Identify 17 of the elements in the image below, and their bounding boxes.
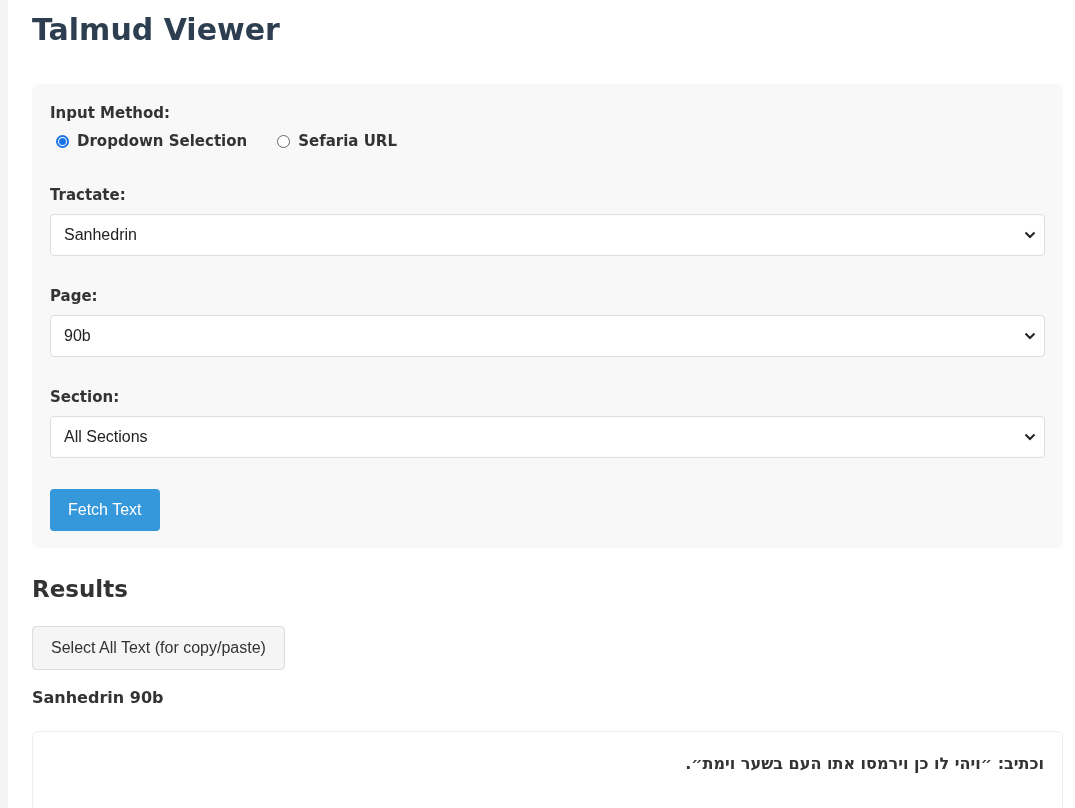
chevron-down-icon	[1024, 332, 1036, 340]
radio-option[interactable]: Sefaria URL	[277, 132, 397, 150]
chevron-down-icon	[1024, 231, 1036, 239]
field-label: Section:	[50, 388, 121, 406]
dropdown-select[interactable]: 90b	[50, 315, 1045, 357]
field-label: Input Method:	[50, 104, 172, 122]
radio-option[interactable]: Dropdown Selection	[56, 132, 248, 150]
section-heading: Results	[32, 576, 129, 602]
dropdown-select[interactable]: Sanhedrin	[50, 214, 1045, 256]
select-all-button[interactable]: Select All Text (for copy/paste)	[32, 626, 285, 670]
field-label: Tractate:	[50, 186, 127, 204]
field-label: Page:	[50, 287, 99, 305]
passage-text: וכתיב: ״ויהי לו כן וירמסו אתו העם בשער וימת״.	[684, 754, 1044, 773]
page-title: Talmud Viewer	[32, 11, 281, 49]
dropdown-select[interactable]: All Sections	[50, 416, 1045, 458]
source-title: Sanhedrin 90b	[32, 688, 165, 707]
chevron-down-icon	[1024, 433, 1036, 441]
